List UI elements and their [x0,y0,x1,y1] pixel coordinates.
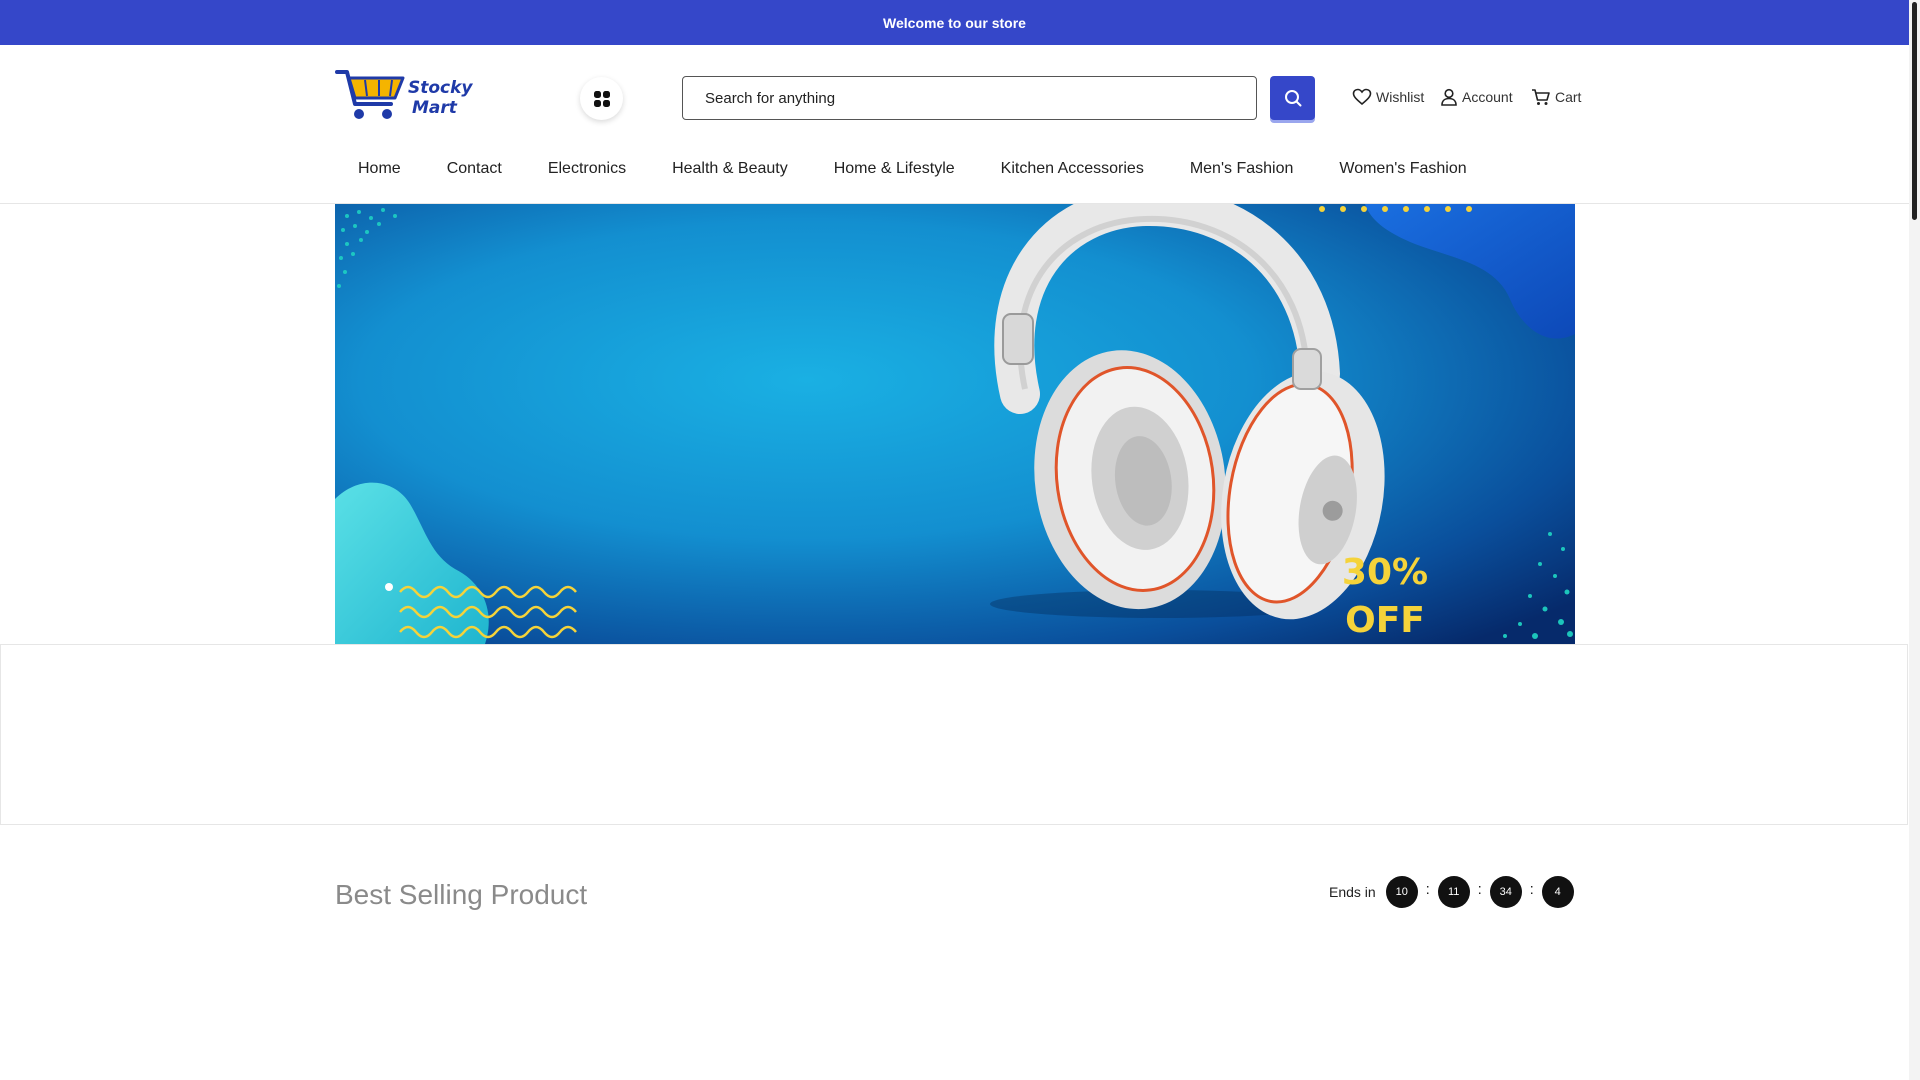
cart-icon [1532,89,1550,105]
store-logo[interactable]: Stocky Mart [335,66,475,124]
wishlist-link[interactable]: Wishlist [1352,88,1424,106]
grid-icon [593,90,610,107]
nav-item-mens-fashion[interactable]: Men's Fashion [1190,160,1294,184]
countdown-separator: : [1477,880,1482,898]
search-button[interactable] [1270,76,1315,120]
cart-link[interactable]: Cart [1531,88,1581,106]
nav-item-contact[interactable]: Contact [447,160,502,184]
nav-item-kitchen-accessories[interactable]: Kitchen Accessories [1001,160,1144,184]
account-label: Account [1462,89,1513,105]
announcement-text: Welcome to our store [883,14,1026,31]
search-input[interactable] [682,76,1257,120]
countdown-hours: 11 [1437,876,1470,908]
hero-banner[interactable]: 30% OFF [335,204,1575,644]
countdown-separator: : [1529,880,1534,898]
nav-item-womens-fashion[interactable]: Women's Fashion [1339,160,1466,184]
countdown-days: 10 [1385,876,1418,908]
scrollbar-thumb[interactable] [1912,2,1917,220]
account-link[interactable]: Account [1440,88,1513,106]
nav-item-home[interactable]: Home [358,160,401,184]
countdown-label: Ends in [1329,884,1376,900]
promo-off: OFF [1345,600,1425,641]
logo-word-2: Mart [412,98,458,118]
main-nav: Home Contact Electronics Health & Beauty… [335,160,1513,184]
wishlist-label: Wishlist [1376,89,1425,105]
countdown-seconds: 4 [1541,876,1574,908]
user-icon [1441,88,1457,106]
features-strip [0,644,1908,825]
hero-banner-image: 30% OFF [335,204,1575,644]
categories-menu-button[interactable] [580,77,623,120]
announcement-bar: Welcome to our store [0,0,1909,45]
cart-logo-icon: Stocky Mart [335,70,473,119]
promo-percent: 30% [1342,552,1428,593]
nav-item-health-beauty[interactable]: Health & Beauty [672,160,788,184]
countdown-minutes: 34 [1489,876,1522,908]
section-title: Best Selling Product [335,879,588,910]
page: Welcome to our store Stocky Mart Search … [0,0,1909,1080]
countdown-timer: Ends in 10 : 11 : 34 : 4 [1329,876,1574,908]
heart-icon [1352,88,1372,106]
nav-item-electronics[interactable]: Electronics [548,160,626,184]
cart-label: Cart [1555,89,1582,105]
search-icon [1284,90,1301,107]
logo-word-1: Stocky [408,78,473,98]
countdown-separator: : [1425,880,1430,898]
nav-item-home-lifestyle[interactable]: Home & Lifestyle [834,160,955,184]
